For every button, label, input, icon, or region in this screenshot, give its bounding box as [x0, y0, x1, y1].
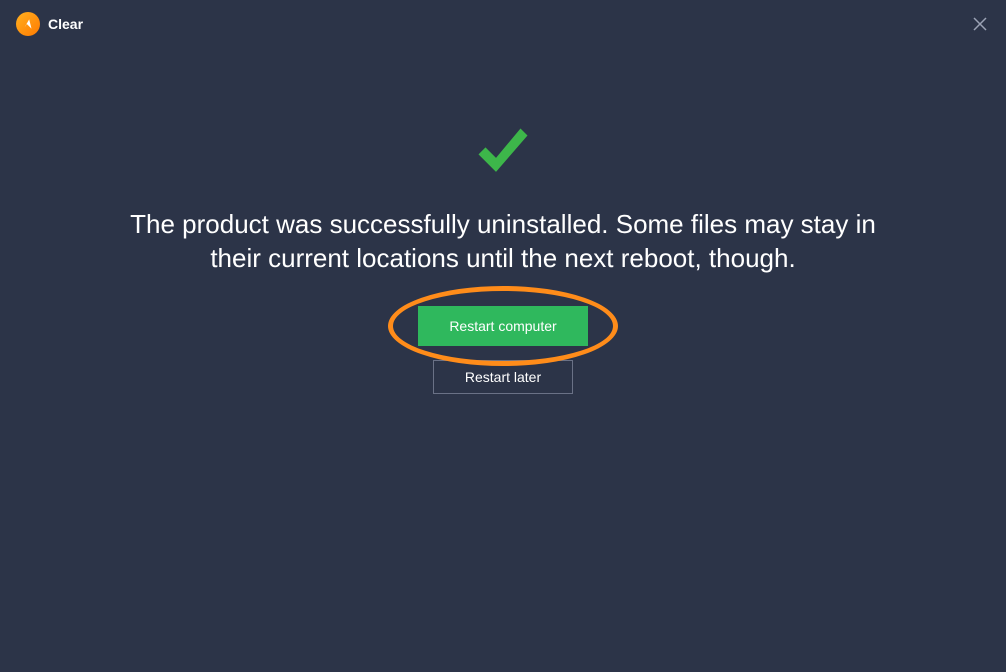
app-logo-icon: [16, 12, 40, 36]
status-message: The product was successfully uninstalled…: [103, 208, 903, 276]
close-button[interactable]: [970, 14, 990, 34]
restart-computer-button[interactable]: Restart computer: [418, 306, 588, 346]
header-bar: Clear: [0, 0, 1006, 48]
restart-highlight-wrapper: Restart computer: [418, 306, 588, 346]
success-checkmark-icon: [468, 118, 538, 188]
app-title: Clear: [48, 16, 83, 32]
main-content: The product was successfully uninstalled…: [0, 48, 1006, 394]
restart-later-button[interactable]: Restart later: [433, 360, 573, 394]
close-icon: [971, 15, 989, 33]
